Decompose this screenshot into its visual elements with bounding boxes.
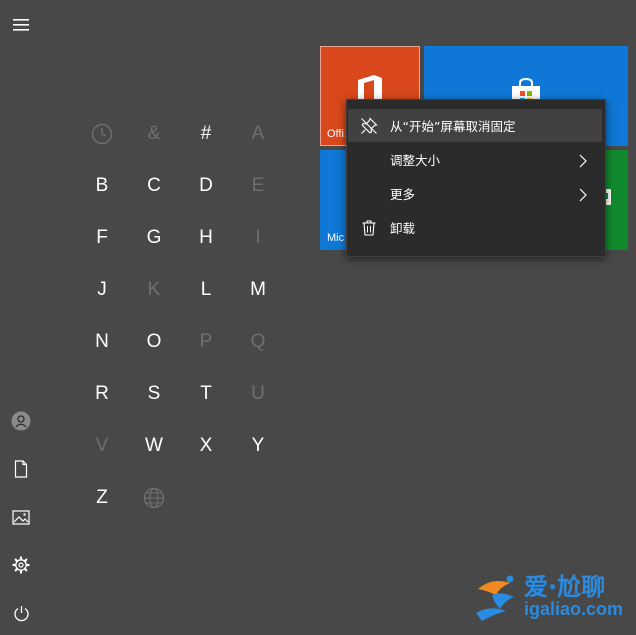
chevron-right-icon xyxy=(578,187,588,201)
letter-index-x[interactable]: X xyxy=(180,420,232,472)
user-account-icon[interactable] xyxy=(10,410,32,432)
settings-gear-icon[interactable] xyxy=(10,554,32,576)
mail-tile-label: Mic xyxy=(327,232,345,244)
watermark-title: 爱·尬聊 xyxy=(524,573,606,601)
pictures-icon[interactable] xyxy=(10,506,32,528)
alphabet-index-grid: & # A B C D E F G H I J K L M N O P Q R S T U V W X Y Z xyxy=(76,108,284,524)
watermark-url: igaliao.com xyxy=(524,599,624,619)
trash-icon xyxy=(360,219,378,237)
menu-item-label: 卸载 xyxy=(390,221,416,236)
menu-item-label: 更多 xyxy=(390,187,416,202)
menu-item-label: 从“开始”屏幕取消固定 xyxy=(390,119,516,134)
letter-index-u: U xyxy=(251,383,265,404)
letter-index-p: P xyxy=(199,331,213,352)
letter-index-e: E xyxy=(251,175,265,196)
letter-index-g[interactable]: G xyxy=(128,212,180,264)
letter-index-h[interactable]: H xyxy=(180,212,232,264)
documents-icon[interactable] xyxy=(10,458,32,480)
letter-index-r[interactable]: R xyxy=(76,368,128,420)
letter-index-i: I xyxy=(255,227,261,248)
globe-icon xyxy=(128,472,180,524)
menu-item-resize[interactable]: 调整大小 xyxy=(348,143,602,176)
tile-context-menu: 从“开始”屏幕取消固定 调整大小 更多 卸载 xyxy=(346,99,606,257)
letter-index-ampersand: & xyxy=(147,123,161,144)
letter-index-z[interactable]: Z xyxy=(76,472,128,524)
letter-index-s[interactable]: S xyxy=(128,368,180,420)
unpin-icon xyxy=(360,116,378,135)
site-watermark: 爱·尬聊 igaliao.com xyxy=(468,563,632,629)
letter-index-q: Q xyxy=(250,331,266,352)
clock-icon xyxy=(76,108,128,160)
letter-index-v: V xyxy=(95,435,109,456)
menu-item-label: 调整大小 xyxy=(390,153,441,168)
letter-index-hash[interactable]: # xyxy=(180,108,232,160)
letter-index-j[interactable]: J xyxy=(76,264,128,316)
letter-index-c[interactable]: C xyxy=(128,160,180,212)
letter-index-k: K xyxy=(147,279,161,300)
letter-index-l[interactable]: L xyxy=(180,264,232,316)
menu-item-unpin-from-start[interactable]: 从“开始”屏幕取消固定 xyxy=(348,109,602,142)
office-tile-label: Offi xyxy=(327,128,344,140)
chevron-right-icon xyxy=(578,153,588,167)
hamburger-menu-icon[interactable] xyxy=(10,14,32,36)
letter-index-w[interactable]: W xyxy=(128,420,180,472)
watermark-bird-logo xyxy=(470,569,524,629)
menu-item-more[interactable]: 更多 xyxy=(348,177,602,210)
letter-index-t[interactable]: T xyxy=(180,368,232,420)
letter-index-a: A xyxy=(251,123,265,144)
letter-index-f[interactable]: F xyxy=(76,212,128,264)
menu-item-uninstall[interactable]: 卸载 xyxy=(348,211,602,244)
letter-index-n[interactable]: N xyxy=(76,316,128,368)
letter-index-m[interactable]: M xyxy=(232,264,284,316)
letter-index-d[interactable]: D xyxy=(180,160,232,212)
letter-index-o[interactable]: O xyxy=(128,316,180,368)
letter-index-b[interactable]: B xyxy=(76,160,128,212)
letter-index-y[interactable]: Y xyxy=(232,420,284,472)
power-icon[interactable] xyxy=(10,602,32,624)
